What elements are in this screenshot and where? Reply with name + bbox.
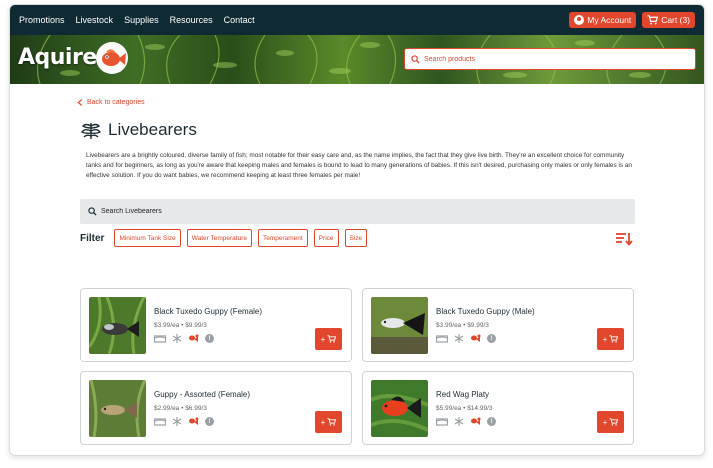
plant-icon xyxy=(80,123,102,139)
product-attributes: ! xyxy=(436,334,496,343)
filter-label: Filter xyxy=(80,232,105,244)
temperament-icon xyxy=(471,417,481,425)
add-to-cart-button[interactable]: + xyxy=(315,328,342,350)
product-name[interactable]: Black Tuxedo Guppy (Female) xyxy=(154,307,262,316)
product-search-input[interactable] xyxy=(424,55,674,63)
product-card[interactable]: Black Tuxedo Guppy (Male) $3.99/ea • $9.… xyxy=(362,288,634,362)
filter-bar: Filter Minimum Tank Size Water Temperatu… xyxy=(80,229,368,247)
my-account-button[interactable]: My Account xyxy=(569,12,637,28)
product-card[interactable]: Guppy - Assorted (Female) $2.99/ea • $6.… xyxy=(80,371,352,445)
temperament-icon xyxy=(189,334,199,342)
cart-button[interactable]: Cart (3) xyxy=(642,12,695,28)
cart-label: Cart (3) xyxy=(661,15,690,25)
tank-size-icon xyxy=(154,418,166,426)
cart-icon xyxy=(609,335,619,343)
temperature-icon xyxy=(172,417,182,426)
product-attributes: ! xyxy=(436,417,496,426)
chevron-left-icon xyxy=(77,99,83,106)
search-icon xyxy=(411,54,420,64)
nav-contact[interactable]: Contact xyxy=(224,15,255,25)
my-account-label: My Account xyxy=(587,15,632,25)
search-icon xyxy=(88,207,97,216)
info-icon[interactable]: ! xyxy=(205,334,214,343)
product-name[interactable]: Red Wag Platy xyxy=(436,390,489,399)
tank-size-icon xyxy=(154,335,166,343)
fish-logo-icon xyxy=(96,42,128,74)
filter-chip-min-tank-size[interactable]: Minimum Tank Size xyxy=(114,229,181,247)
product-card[interactable]: Black Tuxedo Guppy (Female) $3.99/ea • $… xyxy=(80,288,352,362)
page-title: Livebearers xyxy=(108,120,197,139)
category-description: Livebearers are a brightly coloured, div… xyxy=(86,152,632,180)
add-to-cart-button[interactable]: + xyxy=(597,411,624,433)
sort-button[interactable] xyxy=(616,232,633,251)
temperament-icon xyxy=(471,334,481,342)
tank-size-icon xyxy=(436,335,448,343)
filter-chip-price[interactable]: Price xyxy=(313,229,339,247)
product-price: $5.99/ea • $14.99/3 xyxy=(436,405,493,412)
cart-icon xyxy=(327,418,337,426)
add-plus: + xyxy=(320,417,326,427)
hero-banner: Aquire xyxy=(10,35,704,84)
back-link-label: Back to categories xyxy=(87,99,145,106)
temperature-icon xyxy=(454,334,464,343)
cart-icon xyxy=(647,15,659,25)
nav-resources[interactable]: Resources xyxy=(170,15,213,25)
top-navigation: Promotions Livestock Supplies Resources … xyxy=(10,5,704,35)
add-plus: + xyxy=(602,417,608,427)
back-to-categories-link[interactable]: Back to categories xyxy=(77,99,145,106)
product-price: $3.99/ea • $9.99/3 xyxy=(154,322,207,329)
product-name[interactable]: Guppy - Assorted (Female) xyxy=(154,390,250,399)
browser-frame: Promotions Livestock Supplies Resources … xyxy=(9,4,705,456)
product-search-box xyxy=(404,48,696,70)
info-icon[interactable]: ! xyxy=(205,417,214,426)
product-price: $2.99/ea • $6.99/3 xyxy=(154,405,207,412)
add-to-cart-button[interactable]: + xyxy=(315,411,342,433)
product-attributes: ! xyxy=(154,417,214,426)
nav-actions: My Account Cart (3) xyxy=(569,12,695,28)
filter-chip-size[interactable]: Size xyxy=(344,229,368,247)
product-image xyxy=(89,380,146,437)
category-search-box xyxy=(80,199,635,224)
product-attributes: ! xyxy=(154,334,214,343)
add-plus: + xyxy=(320,334,326,344)
nav-promotions[interactable]: Promotions xyxy=(19,15,65,25)
product-card[interactable]: Red Wag Platy $5.99/ea • $14.99/3 ! + xyxy=(362,371,634,445)
cart-icon xyxy=(327,335,337,343)
product-image xyxy=(371,297,428,354)
category-search-input[interactable] xyxy=(101,208,601,215)
user-icon xyxy=(574,15,585,25)
product-image xyxy=(371,380,428,437)
filter-chip-temperament[interactable]: Temperament xyxy=(257,229,308,247)
cart-icon xyxy=(609,418,619,426)
info-icon[interactable]: ! xyxy=(487,417,496,426)
temperament-icon xyxy=(189,417,199,425)
temperature-icon xyxy=(454,417,464,426)
brand-logo[interactable]: Aquire xyxy=(18,45,97,70)
nav-supplies[interactable]: Supplies xyxy=(124,15,159,25)
nav-livestock[interactable]: Livestock xyxy=(76,15,114,25)
product-name[interactable]: Black Tuxedo Guppy (Male) xyxy=(436,307,535,316)
temperature-icon xyxy=(172,334,182,343)
info-icon[interactable]: ! xyxy=(487,334,496,343)
add-plus: + xyxy=(602,334,608,344)
product-image xyxy=(89,297,146,354)
tank-size-icon xyxy=(436,418,448,426)
add-to-cart-button[interactable]: + xyxy=(597,328,624,350)
filter-chip-water-temperature[interactable]: Water Temperature xyxy=(186,229,252,247)
product-price: $3.99/ea • $9.99/3 xyxy=(436,322,489,329)
category-header: Livebearers xyxy=(80,120,197,140)
sort-icon xyxy=(616,233,633,246)
